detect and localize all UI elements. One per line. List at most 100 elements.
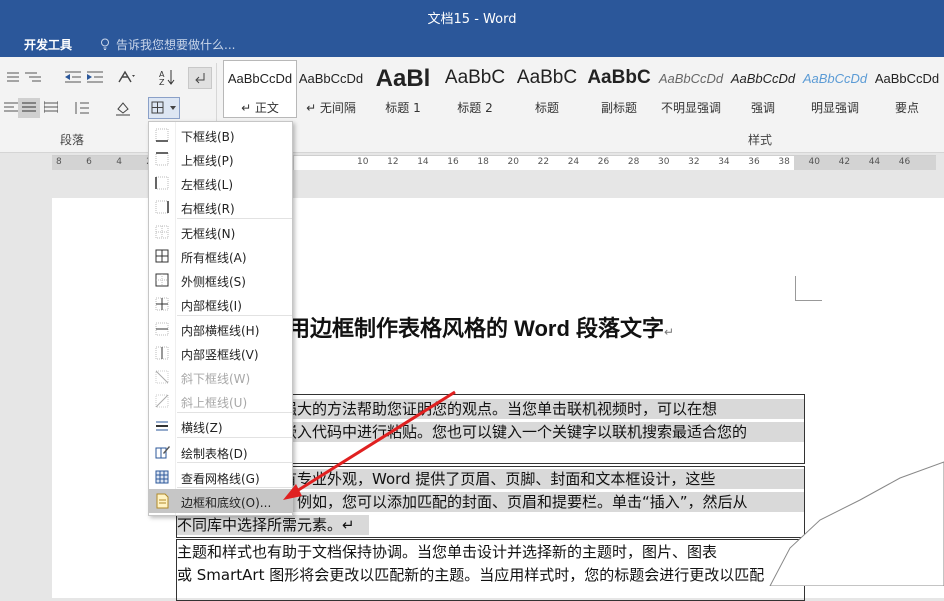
ruler-tick-label: 22: [537, 157, 550, 167]
border-bottom-icon: [155, 128, 169, 142]
style-heading-2[interactable]: AaBbC 标题 2: [439, 61, 511, 117]
ruler-tick-label: 36: [748, 157, 760, 167]
style-subtitle[interactable]: AaBbC 副标题: [583, 61, 655, 117]
paragraph-mark: ↵: [664, 325, 675, 339]
style-heading-1[interactable]: AaBl 标题 1: [367, 61, 439, 117]
shading-icon[interactable]: [114, 98, 136, 118]
ruler-tick-label: 16: [447, 157, 459, 167]
menu-item-border-top[interactable]: 上框线(P): [149, 147, 292, 171]
title-bar: 文档15 - Word: [0, 0, 944, 31]
line-spacing-icon[interactable]: [72, 98, 94, 118]
menu-item-border-inside-vertical[interactable]: 内部竖框线(V): [149, 341, 292, 365]
diagonal-up-icon: [155, 394, 169, 408]
style-emphasis[interactable]: AaBbCcDd 强调: [727, 61, 799, 117]
style-name: 副标题: [600, 101, 637, 115]
ruler-tick-label: 10: [357, 157, 369, 167]
sort-icon[interactable]: AZ: [156, 67, 178, 87]
view-gridlines-icon: [155, 470, 169, 484]
style-normal[interactable]: AaBbCcDd ↵ 正文: [223, 60, 297, 118]
menu-item-borders-shading[interactable]: 边框和底纹(O)...: [149, 489, 292, 513]
decrease-indent-icon[interactable]: [62, 67, 84, 87]
ruler-tick-label: 44: [868, 157, 881, 167]
style-title[interactable]: AaBbC 标题: [511, 61, 583, 117]
menu-item-label: 无框线(N): [181, 227, 236, 241]
style-strong[interactable]: AaBbCcDd 要点: [871, 61, 943, 117]
text-line: 不同库中选择所需元素。↵: [177, 515, 369, 535]
menu-item-label: 绘制表格(D): [181, 447, 248, 461]
menu-item-label: 下框线(B): [181, 130, 235, 144]
menu-item-border-right[interactable]: 右框线(R): [149, 195, 292, 219]
menu-item-diagonal-down: 斜下框线(W): [149, 365, 292, 389]
menu-item-border-all[interactable]: 所有框线(A): [149, 244, 292, 268]
ruler-tick-label: 20: [507, 157, 519, 167]
style-no-spacing[interactable]: AaBbCcDd ↵ 无间隔: [295, 61, 367, 117]
style-sample: AaBbC: [444, 67, 506, 88]
ruler-tick-label: 42: [838, 157, 851, 167]
menu-item-border-inside[interactable]: 内部框线(I): [149, 292, 292, 316]
border-outside-icon: [155, 273, 169, 287]
ruler-tick-label: 30: [658, 157, 670, 167]
style-name: 标题 1: [385, 101, 421, 115]
style-intense-emphasis[interactable]: AaBbCcDd 明显强调: [799, 61, 871, 117]
menu-item-border-outside[interactable]: 外侧框线(S): [149, 268, 292, 292]
menu-item-border-inside-horizontal[interactable]: 内部横框线(H): [149, 317, 292, 341]
style-sample: AaBbCcDd: [874, 71, 940, 86]
menu-item-label: 右框线(R): [181, 202, 235, 216]
menu-item-label: 左框线(L): [181, 178, 234, 192]
menu-item-label: 边框和底纹(O)...: [181, 496, 272, 510]
tell-me-box[interactable]: 告诉我您想要做什么...: [100, 36, 235, 53]
bullets-icon[interactable]: [0, 67, 22, 87]
style-name: ↵ 正文: [241, 101, 279, 115]
show-marks-icon[interactable]: [188, 67, 212, 89]
borders-button[interactable]: [148, 97, 180, 119]
draw-table-icon: [155, 446, 170, 459]
increase-indent-icon[interactable]: [84, 67, 106, 87]
document-heading[interactable]: 用边框制作表格风格的 Word 段落文字↵: [288, 311, 674, 343]
ruler-tick-label: 38: [778, 157, 790, 167]
ruler-tick-label: 4: [116, 157, 122, 167]
ribbon-tabs: 开发工具 告诉我您想要做什么...: [0, 31, 944, 57]
border-inside-horizontal-icon: [155, 322, 169, 336]
style-name: 强调: [750, 101, 775, 115]
style-name: 标题: [534, 101, 559, 115]
margin-corner-mark: [795, 276, 822, 301]
ruler-tick-label: 40: [808, 157, 820, 167]
menu-item-label: 查看网格线(G): [181, 472, 260, 486]
ruler-tick-label: 14: [417, 157, 429, 167]
style-name: 要点: [894, 101, 919, 115]
menu-item-border-bottom[interactable]: 下框线(B): [149, 123, 292, 147]
ribbon: AZ 段落 AaBbCcDd ↵ 正文 AaBbCcDd ↵ 无间隔 AaBl …: [0, 57, 944, 153]
style-sample: AaBbC: [587, 67, 651, 88]
menu-item-label: 斜下框线(W): [181, 372, 251, 386]
menu-item-border-left[interactable]: 左框线(L): [149, 171, 292, 195]
menu-item-view-gridlines[interactable]: 查看网格线(G): [149, 465, 292, 489]
distributed-icon[interactable]: [40, 98, 62, 118]
text-line: 或 SmartArt 图形将会更改以匹配新的主题。当应用样式时，您的标题会进行更…: [177, 566, 765, 584]
style-subtle-emphasis[interactable]: AaBbCcDd 不明显强调: [655, 61, 727, 117]
text-line: 主题和样式也有助于文档保持协调。当您单击设计并选择新的主题时，图片、图表: [177, 543, 718, 561]
menu-item-label: 内部竖框线(V): [181, 348, 259, 362]
border-all-icon: [155, 249, 169, 263]
border-none-icon: [155, 225, 169, 239]
justify-icon[interactable]: [18, 98, 40, 118]
style-sample: AaBbCcDd: [298, 71, 364, 86]
multilevel-list-icon[interactable]: [22, 67, 44, 87]
menu-item-horizontal-line[interactable]: 横线(Z): [149, 414, 292, 438]
borders-dropdown-menu: 下框线(B) 上框线(P) 左框线(L) 右框线(R) 无框线(N) 所有框线(A) 外侧框…: [148, 121, 293, 516]
menu-item-label: 横线(Z): [181, 421, 223, 435]
lightbulb-icon: [101, 38, 109, 50]
window-title: 文档15 - Word: [427, 12, 517, 27]
tab-developer[interactable]: 开发工具: [18, 36, 78, 53]
chinese-layout-icon[interactable]: [116, 67, 138, 87]
style-sample: AaBbCcDd: [802, 71, 868, 86]
heading-text: 用边框制作表格风格的 Word 段落文字: [288, 316, 665, 341]
menu-item-draw-table[interactable]: 绘制表格(D): [149, 440, 292, 464]
border-top-icon: [155, 152, 169, 166]
menu-item-label: 内部横框线(H): [181, 324, 260, 338]
bordered-paragraph-3[interactable]: 主题和样式也有助于文档保持协调。当您单击设计并选择新的主题时，图片、图表 或 S…: [176, 539, 805, 601]
menu-item-border-none[interactable]: 无框线(N): [149, 220, 292, 244]
menu-item-label: 斜上框线(U): [181, 396, 248, 410]
menu-item-label: 内部框线(I): [181, 299, 242, 313]
style-name: 不明显强调: [660, 101, 721, 115]
paragraph-group-label: 段落: [60, 133, 85, 147]
